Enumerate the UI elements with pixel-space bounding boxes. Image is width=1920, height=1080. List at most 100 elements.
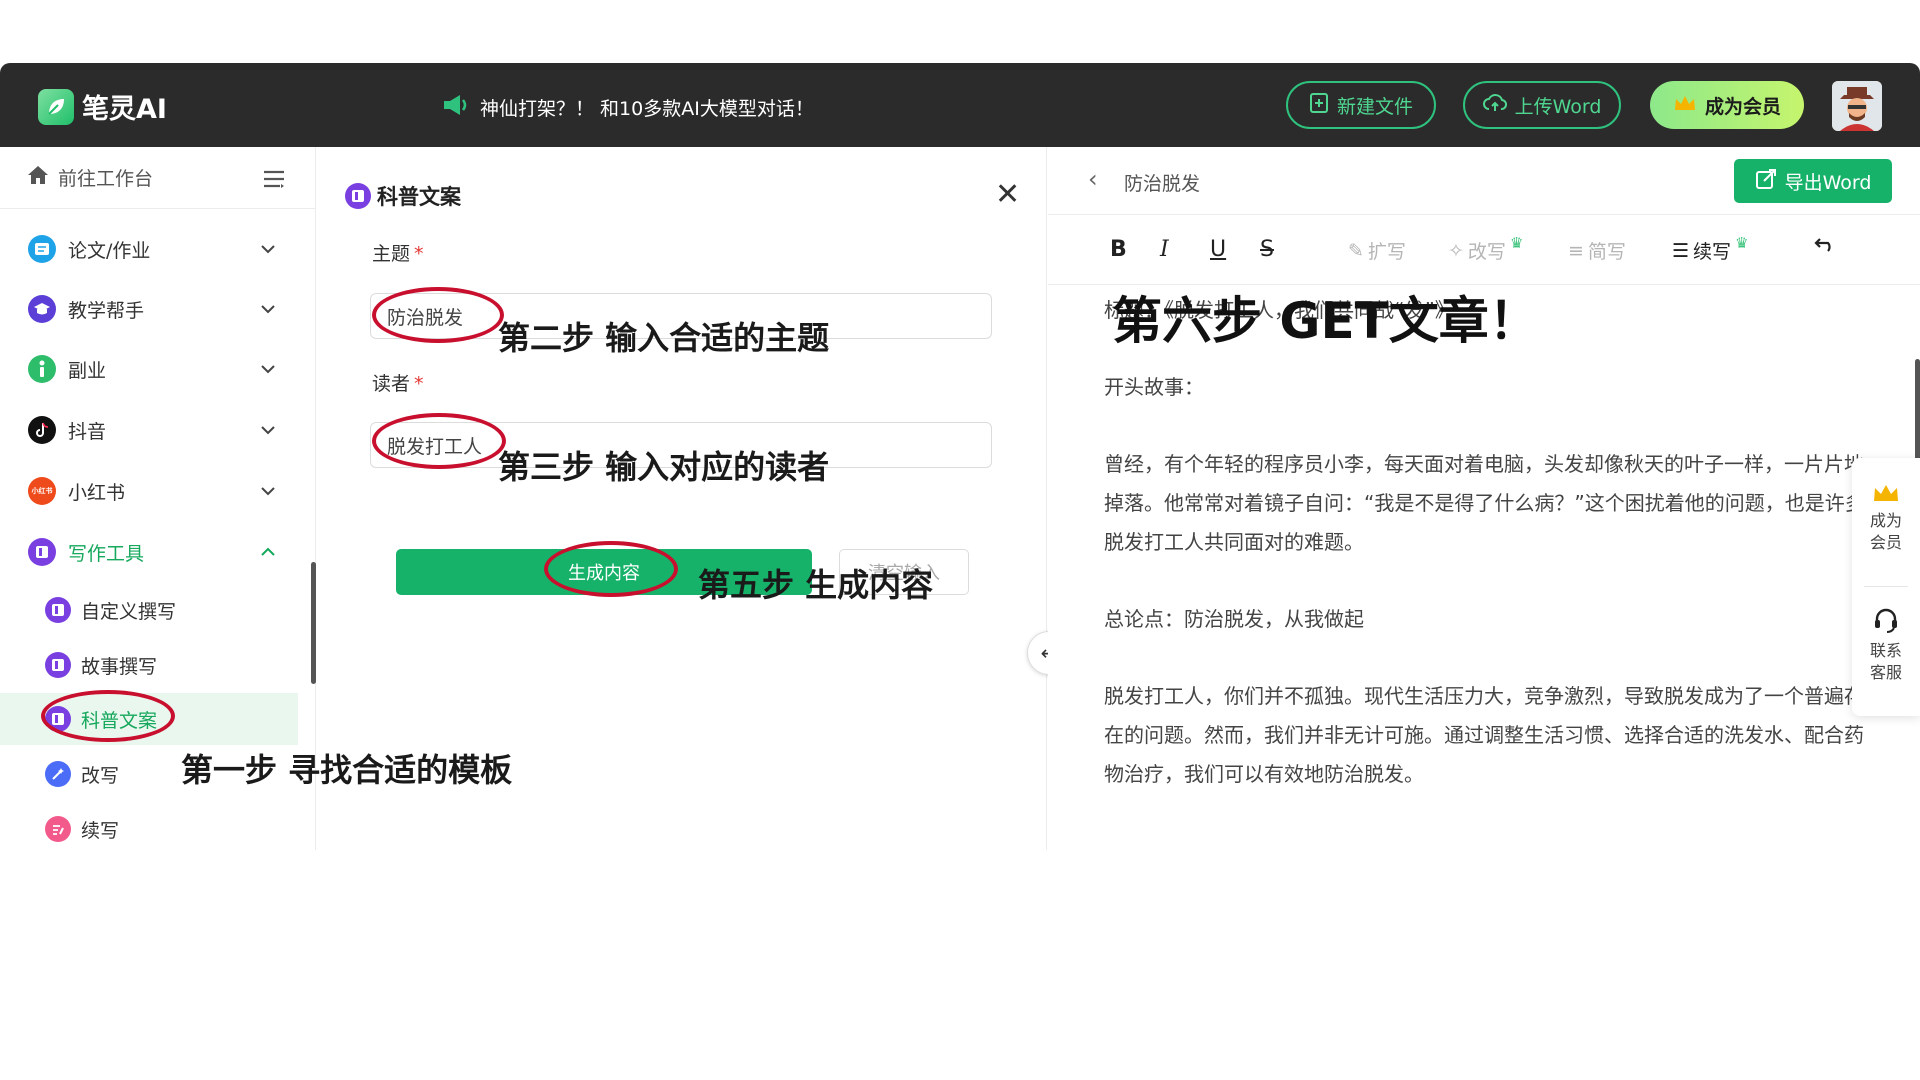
- user-avatar-icon: [1832, 81, 1882, 131]
- annotation-ring-generate: [544, 541, 678, 597]
- workbench-link[interactable]: 前往工作台: [0, 147, 316, 209]
- underline-button[interactable]: U: [1210, 237, 1226, 262]
- sidebar-item-label: 教学帮手: [68, 299, 145, 322]
- doc-paragraph: 曾经，有个年轻的程序员小李，每天面对着电脑，头发却像秋天的叶子一样，一片片地掉落…: [1104, 452, 1865, 554]
- announcement[interactable]: 神仙打架？！ 和10多款AI大模型对话！: [442, 93, 814, 122]
- editor-header: ‹ 防治脱发 导出Word: [1048, 147, 1920, 215]
- sidebar-item-douyin[interactable]: 抖音: [0, 402, 300, 458]
- editor-toolbar: B I U S ✎ 扩写 ✧ 改写 ♛ ≡ 简写 ☰ 续写 ♛: [1048, 215, 1920, 285]
- continue-writing-button[interactable]: ☰ 续写 ♛: [1672, 234, 1749, 264]
- graduation-icon: [28, 295, 56, 323]
- new-file-icon: [1309, 92, 1329, 119]
- sidebar-item-paper[interactable]: 论文/作业: [0, 221, 300, 277]
- magic-wand-icon: [45, 761, 71, 787]
- chevron-down-icon: [260, 357, 276, 379]
- required-mark: *: [414, 373, 424, 395]
- annotation-step1: 第一步 寻找合适的模板: [181, 751, 513, 789]
- info-icon: [28, 355, 56, 383]
- xiaohongshu-icon: 小红书: [28, 477, 56, 505]
- form-title: 科普文案: [345, 181, 461, 211]
- float-vip-line2: 会员: [1869, 533, 1902, 552]
- megaphone-icon: [442, 93, 470, 122]
- vip-crown-icon: ♛: [1509, 233, 1524, 252]
- annotation-step3: 第三步 输入对应的读者: [498, 448, 830, 486]
- new-file-label: 新建文件: [1336, 95, 1413, 118]
- float-service-line1: 联系: [1869, 641, 1902, 660]
- float-service-line2: 客服: [1869, 663, 1902, 682]
- bold-button[interactable]: B: [1110, 237, 1127, 262]
- rewrite-button[interactable]: ✧ 改写 ♛: [1448, 233, 1524, 264]
- expand-button[interactable]: ✎ 扩写: [1348, 237, 1406, 264]
- chevron-up-icon: [260, 540, 276, 562]
- chevron-down-icon: [260, 237, 276, 259]
- sub-item-label: 自定义撰写: [81, 600, 177, 623]
- app-window: 笔灵AI 神仙打架？！ 和10多款AI大模型对话！ 新建文件 上传Word 成为…: [0, 63, 1920, 850]
- simplify-button[interactable]: ≡ 简写: [1568, 237, 1626, 264]
- upload-word-button[interactable]: 上传Word: [1463, 81, 1621, 129]
- document-content[interactable]: 标题：《脱发打工人，我们共同战“发”》 开头故事： 曾经，有个年轻的程序员小李，…: [1104, 291, 1874, 794]
- sub-item-label: 故事撰写: [81, 655, 158, 678]
- sidebar-item-writing-tools[interactable]: 写作工具: [0, 524, 300, 580]
- sidebar-item-label: 写作工具: [68, 542, 145, 565]
- rewrite-label: 改写: [1467, 241, 1506, 263]
- pen-tool-icon: [28, 538, 56, 566]
- logo[interactable]: 笔灵AI: [38, 87, 167, 126]
- upload-word-label: 上传Word: [1514, 95, 1602, 118]
- become-vip-button[interactable]: 成为会员: [1650, 81, 1804, 129]
- logo-text: 笔灵AI: [82, 94, 167, 125]
- annotation-ring-template: [41, 690, 175, 742]
- sidebar-scrollbar[interactable]: [311, 562, 316, 684]
- expand-label: 扩写: [1367, 241, 1406, 263]
- annotation-ring-reader: [372, 413, 506, 469]
- export-label: 导出Word: [1784, 171, 1872, 194]
- new-file-button[interactable]: 新建文件: [1286, 81, 1436, 129]
- doc-paragraph: 脱发打工人，你们并不孤独。现代生活压力大，竞争激烈，导致脱发成为了一个普遍存在的…: [1104, 684, 1864, 786]
- sidebar-item-side-job[interactable]: 副业: [0, 341, 300, 397]
- annotation-step5: 第五步 生成内容: [698, 566, 934, 604]
- tiktok-icon: [28, 416, 56, 444]
- headset-icon: [1872, 606, 1900, 640]
- annotation-step6: 第六步 GET文章！: [1112, 292, 1539, 350]
- chevron-down-icon: [260, 297, 276, 319]
- float-service-button[interactable]: 联系 客服: [1852, 606, 1920, 684]
- top-bar: 笔灵AI 神仙打架？！ 和10多款AI大模型对话！ 新建文件 上传Word 成为…: [0, 63, 1920, 147]
- continue-writing-icon: [45, 816, 71, 842]
- simplify-icon: ≡: [1568, 239, 1584, 262]
- reader-label: 读者 *: [372, 369, 424, 396]
- become-vip-label: 成为会员: [1704, 95, 1781, 118]
- italic-button[interactable]: I: [1160, 237, 1169, 262]
- sidebar-item-teaching[interactable]: 教学帮手: [0, 281, 300, 337]
- document-name: 防治脱发: [1124, 173, 1201, 195]
- float-vip-button[interactable]: 成为 会员: [1852, 482, 1920, 554]
- menu-collapse-icon[interactable]: [262, 169, 286, 194]
- leaf-logo-icon: [38, 88, 74, 125]
- expand-icon: ✎: [1348, 239, 1364, 262]
- crown-icon: [1871, 482, 1901, 510]
- annotation-ring-topic: [372, 287, 504, 343]
- template-icon: [45, 597, 71, 623]
- simplify-label: 简写: [1587, 241, 1626, 263]
- continue-writing-icon: ☰: [1672, 239, 1690, 262]
- doc-paragraph: 开头故事：: [1104, 375, 1204, 399]
- strikethrough-button[interactable]: S: [1260, 237, 1274, 262]
- avatar[interactable]: [1832, 81, 1882, 131]
- sub-item-continue[interactable]: 续写: [0, 803, 298, 850]
- float-divider: [1864, 586, 1908, 587]
- topic-label: 主题 *: [372, 239, 424, 266]
- sub-item-custom-writing[interactable]: 自定义撰写: [0, 584, 298, 636]
- back-arrow-icon[interactable]: ‹: [1088, 165, 1098, 193]
- sub-item-label: 续写: [81, 819, 120, 842]
- sidebar-item-label: 小红书: [68, 481, 126, 504]
- sidebar-item-xiaohongshu[interactable]: 小红书 小红书: [0, 463, 300, 519]
- chevron-down-icon: [260, 479, 276, 501]
- home-icon: [26, 164, 50, 191]
- announcement-text: 神仙打架？！ 和10多款AI大模型对话！: [480, 98, 814, 120]
- reader-label-text: 读者: [372, 373, 411, 395]
- close-icon[interactable]: ✕: [995, 177, 1020, 212]
- editor-panel: ‹ 防治脱发 导出Word B I U S ✎ 扩写 ✧ 改写 ♛ ≡ 简写 ☰…: [1048, 147, 1920, 850]
- export-word-button[interactable]: 导出Word: [1734, 159, 1892, 203]
- sidebar-item-label: 副业: [68, 359, 107, 382]
- sub-item-story-writing[interactable]: 故事撰写: [0, 639, 298, 691]
- float-vip-line1: 成为: [1869, 511, 1902, 530]
- undo-icon[interactable]: [1814, 237, 1836, 253]
